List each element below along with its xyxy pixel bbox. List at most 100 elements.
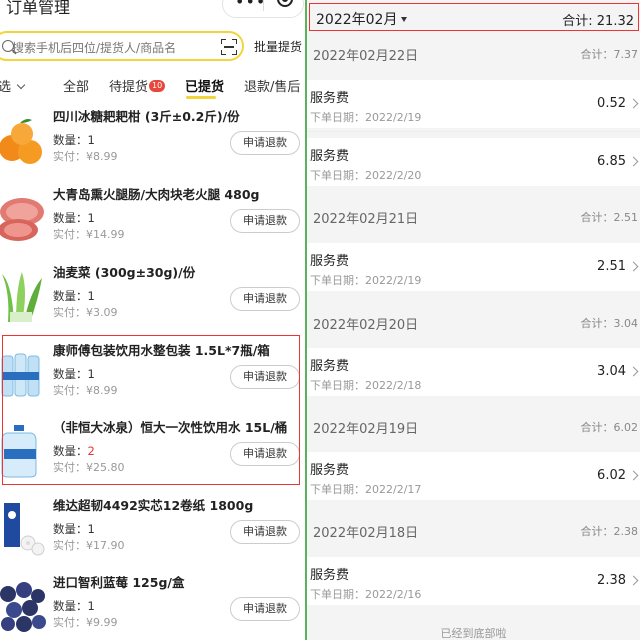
- fee-title: 服务费: [310, 568, 350, 583]
- count-badge: 10: [149, 80, 166, 92]
- fee-amount: 2.38: [597, 573, 626, 588]
- item-quantity: 数量：1: [53, 211, 95, 225]
- day-date: 2022年02月20日: [313, 318, 419, 333]
- refund-button[interactable]: 申请退款: [230, 209, 300, 233]
- item-name: 油麦菜 (300g±30g)/份: [53, 265, 196, 280]
- tab-refund-aftersale[interactable]: 退款/售后: [244, 76, 300, 95]
- chevron-down-icon[interactable]: [16, 80, 26, 90]
- caret-down-icon: [401, 17, 408, 22]
- order-date: 下单日期：2022/2/20: [310, 169, 422, 182]
- order-date: 下单日期：2022/2/16: [310, 588, 422, 601]
- day-date: 2022年02月18日: [313, 526, 419, 541]
- ham-thumb: [0, 198, 44, 241]
- tab-picked-up[interactable]: 已提货: [185, 76, 224, 95]
- fee-amount: 6.02: [597, 468, 626, 483]
- highlight-box: [2, 335, 300, 485]
- order-date: 下单日期：2022/2/18: [310, 379, 422, 392]
- day-group-header: 2022年02月22日 合计：7.37: [307, 40, 640, 68]
- item-quantity: 数量：1: [53, 133, 95, 147]
- close-target-icon[interactable]: [277, 0, 293, 7]
- item-paid: 实付：¥3.09: [53, 306, 118, 319]
- active-tab-indicator: [186, 96, 216, 99]
- list-item[interactable]: 维达超韧4492实芯12卷纸 1800g 数量：1 实付：¥17.90 申请退款: [0, 495, 305, 573]
- chevron-right-icon: [628, 366, 639, 377]
- scan-icon[interactable]: [221, 39, 237, 55]
- item-name: 进口智利蓝莓 125g/盒: [53, 575, 185, 590]
- capsule-separator: [263, 0, 264, 11]
- item-paid: 实付：¥9.99: [53, 616, 118, 629]
- search-input[interactable]: 搜索手机后四位/提货人/商品名: [0, 31, 244, 61]
- item-name: 大青岛熏火腿肠/大肉块老火腿 480g: [53, 187, 260, 202]
- service-fee-panel: 2022年02月 合计: 21.32 2022年02月22日 合计：7.37 服…: [307, 0, 640, 640]
- page-title: 订单管理: [6, 0, 71, 17]
- day-group-header: 2022年02月19日 合计：6.02: [307, 413, 640, 441]
- title-bar: 订单管理 •••: [0, 0, 305, 22]
- day-total: 合计：6.02: [580, 421, 639, 434]
- end-of-list-text: 已经到底部啦: [440, 627, 507, 640]
- order-tabs: 选 全部 待提货 10 已提货 退款/售后: [0, 72, 305, 100]
- tissue-thumb: [4, 503, 45, 556]
- chevron-right-icon: [628, 156, 639, 167]
- row-divider: [307, 131, 640, 132]
- item-quantity: 数量：1: [53, 599, 95, 613]
- fee-title: 服务费: [310, 463, 350, 478]
- day-total: 合计：7.37: [580, 48, 639, 61]
- mini-program-capsule: •••: [222, 0, 304, 18]
- day-group-header: 2022年02月20日 合计：3.04: [307, 309, 640, 337]
- screenshot-root: 订单管理 ••• 搜索手机后四位/提货人/商品名 批量提货 选 全部 待提货 10…: [0, 0, 640, 640]
- list-item[interactable]: 大青岛熏火腿肠/大肉块老火腿 480g 数量：1 实付：¥14.99 申请退款: [0, 184, 305, 262]
- refund-button[interactable]: 申请退款: [230, 597, 300, 621]
- chevron-right-icon: [628, 98, 639, 109]
- day-group-header: 2022年02月21日 合计：2.51: [307, 203, 640, 231]
- fee-amount: 2.51: [597, 259, 626, 274]
- batch-pickup-button[interactable]: 批量提货: [254, 38, 302, 55]
- blueberry-thumb: [0, 582, 46, 632]
- month-selector[interactable]: 2022年02月: [316, 9, 408, 29]
- fee-amount: 0.52: [597, 96, 626, 111]
- chevron-right-icon: [628, 470, 639, 481]
- order-date: 下单日期：2022/2/17: [310, 483, 422, 496]
- fee-amount: 3.04: [597, 364, 626, 379]
- item-name: 四川冰糖耙耙柑 (3斤±0.2斤)/份: [53, 109, 240, 124]
- refund-button[interactable]: 申请退款: [230, 131, 300, 155]
- fee-title: 服务费: [310, 254, 350, 269]
- item-name: 维达超韧4492实芯12卷纸 1800g: [53, 498, 254, 513]
- month-total: 合计: 21.32: [562, 14, 634, 29]
- order-management-panel: 订单管理 ••• 搜索手机后四位/提货人/商品名 批量提货 选 全部 待提货 10…: [0, 0, 305, 640]
- list-item[interactable]: 四川冰糖耙耙柑 (3斤±0.2斤)/份 数量：1 实付：¥8.99 申请退款: [0, 106, 305, 184]
- fee-row[interactable]: 服务费 下单日期：2022/2/20 6.85: [307, 138, 640, 186]
- search-placeholder: 搜索手机后四位/提货人/商品名: [12, 41, 177, 55]
- fee-title: 服务费: [310, 91, 350, 106]
- day-total: 合计：2.51: [580, 211, 639, 224]
- fee-row[interactable]: 服务费 下单日期：2022/2/19 0.52: [307, 80, 640, 128]
- item-paid: 实付：¥17.90: [53, 539, 125, 552]
- fee-row[interactable]: 服务费 下单日期：2022/2/16 2.38: [307, 557, 640, 605]
- refund-button[interactable]: 申请退款: [230, 287, 300, 311]
- fee-row[interactable]: 服务费 下单日期：2022/2/17 6.02: [307, 452, 640, 500]
- tab-all[interactable]: 全部: [63, 76, 89, 95]
- fee-title: 服务费: [310, 149, 350, 164]
- order-date: 下单日期：2022/2/19: [310, 274, 422, 287]
- day-group-header: 2022年02月18日 合计：2.38: [307, 517, 640, 545]
- orange-thumb: [0, 119, 42, 164]
- item-quantity: 数量：1: [53, 522, 95, 536]
- item-quantity: 数量：1: [53, 289, 95, 303]
- day-date: 2022年02月21日: [313, 212, 419, 227]
- month-summary-bar: 2022年02月 合计: 21.32: [309, 3, 639, 31]
- fee-row[interactable]: 服务费 下单日期：2022/2/19 2.51: [307, 243, 640, 291]
- list-item[interactable]: 油麦菜 (300g±30g)/份 数量：1 实付：¥3.09 申请退款: [0, 262, 305, 340]
- day-total: 合计：2.38: [580, 525, 639, 538]
- fee-title: 服务费: [310, 359, 350, 374]
- chevron-right-icon: [628, 261, 639, 272]
- order-date: 下单日期：2022/2/19: [310, 111, 422, 124]
- more-icon[interactable]: •••: [235, 0, 266, 10]
- tab-filter[interactable]: 选: [0, 76, 11, 95]
- day-date: 2022年02月22日: [313, 49, 419, 64]
- fee-amount: 6.85: [597, 154, 626, 169]
- item-paid: 实付：¥14.99: [53, 228, 125, 241]
- list-item[interactable]: 进口智利蓝莓 125g/盒 数量：1 实付：¥9.99 申请退款: [0, 572, 305, 640]
- refund-button[interactable]: 申请退款: [230, 520, 300, 544]
- item-paid: 实付：¥8.99: [53, 150, 118, 163]
- fee-row[interactable]: 服务费 下单日期：2022/2/18 3.04: [307, 348, 640, 396]
- tab-pending-pickup[interactable]: 待提货 10: [109, 76, 166, 95]
